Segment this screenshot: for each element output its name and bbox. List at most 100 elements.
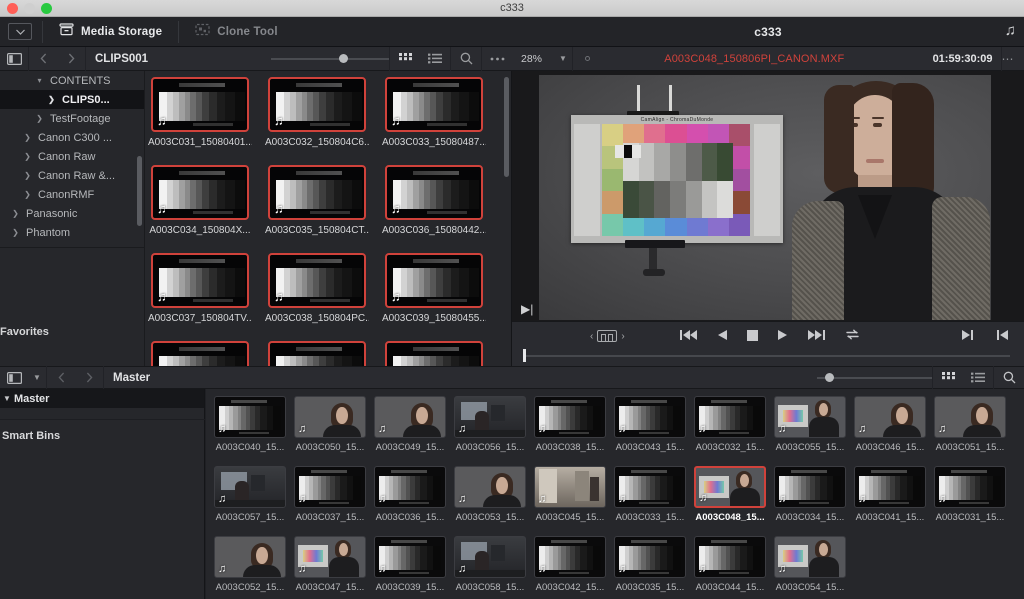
media-pool-clip-thumbnail[interactable]: ♫: [774, 536, 846, 578]
chevron-right-icon[interactable]: ❯: [22, 133, 33, 142]
media-pool-clip-item[interactable]: ♫ A003C046_15...: [854, 396, 926, 453]
storage-zoom-slider[interactable]: [271, 47, 389, 71]
media-pool-clip-thumbnail[interactable]: ♫: [854, 466, 926, 508]
storage-clip-item[interactable]: ♫ A003C039_15080455...: [382, 253, 486, 324]
media-pool-clip-item[interactable]: ♫ A003C034_15...: [774, 466, 846, 523]
storage-clip-thumbnail[interactable]: ♫: [268, 77, 366, 132]
chevron-right-icon[interactable]: ❯: [22, 190, 33, 199]
chevron-right-icon[interactable]: ❯: [46, 95, 57, 104]
search-icon[interactable]: [451, 47, 481, 71]
source-viewer[interactable]: CamAlign - ChromaDuMonde ▶|: [512, 71, 1024, 321]
media-pool-clip-item[interactable]: ♫ A003C031_15...: [934, 466, 1006, 523]
media-pool-clip-thumbnail[interactable]: ♫: [854, 396, 926, 438]
chevron-right-icon[interactable]: ❯: [34, 114, 45, 123]
storage-grid-scrollbar[interactable]: [504, 77, 509, 177]
storage-clip-thumbnail[interactable]: ♫: [385, 341, 483, 366]
tree-item-canon-c300[interactable]: ❯ Canon C300 ...: [0, 128, 145, 147]
stop-icon[interactable]: [747, 328, 758, 346]
media-pool-clip-thumbnail[interactable]: ♫: [454, 396, 526, 438]
zoom-level-value[interactable]: 28%: [512, 53, 554, 65]
breadcrumb[interactable]: CLIPS001: [86, 53, 148, 65]
media-storage-grid[interactable]: ♫ A003C031_15080401... ♫ A003C032_150804C6.…: [145, 71, 512, 366]
media-pool-clip-item[interactable]: ♫ A003C048_15...: [694, 466, 766, 523]
search-icon[interactable]: [994, 366, 1024, 390]
storage-clip-thumbnail[interactable]: ♫: [268, 165, 366, 220]
mark-out-icon[interactable]: [962, 328, 973, 346]
storage-clip-thumbnail[interactable]: ♫: [151, 165, 249, 220]
panel-toggle-icon[interactable]: [0, 47, 28, 71]
media-storage-tree[interactable]: ▾ CONTENTS ❯ CLIPS0... ❯ TestFootage ❯ Canon C3…: [0, 71, 145, 366]
media-pool-clip-thumbnail[interactable]: ♫: [294, 466, 366, 508]
media-pool-clip-item[interactable]: ♫ A003C040_15...: [214, 396, 286, 453]
storage-clip-item[interactable]: ♫ A003C036_15080442...: [382, 165, 486, 236]
chevron-down-icon[interactable]: ▼: [0, 394, 14, 403]
storage-clip-item[interactable]: ♫: [385, 341, 483, 366]
chevron-down-icon[interactable]: ▼: [554, 54, 572, 63]
media-pool-clip-thumbnail[interactable]: ♫: [934, 466, 1006, 508]
chevron-right-icon[interactable]: ❯: [22, 171, 33, 180]
storage-clip-item[interactable]: ♫ A003C038_150804PC...: [265, 253, 369, 324]
media-pool-clip-item[interactable]: ♫ A003C037_15...: [294, 466, 366, 523]
storage-clip-thumbnail[interactable]: ♫: [268, 341, 366, 366]
media-pool-clip-thumbnail[interactable]: ♫: [534, 466, 606, 508]
media-pool-clip-thumbnail[interactable]: ♫: [294, 536, 366, 578]
tree-item-testfootage[interactable]: ❯ TestFootage: [0, 109, 145, 128]
media-pool-clip-item[interactable]: ♫ A003C054_15...: [774, 536, 846, 593]
forward-icon[interactable]: [57, 47, 85, 71]
bin-master[interactable]: ▼ Master: [0, 389, 204, 408]
media-pool-clip-item[interactable]: ♫ A003C036_15...: [374, 466, 446, 523]
back-icon[interactable]: [47, 366, 75, 390]
storage-clip-item[interactable]: ♫: [151, 341, 249, 366]
media-pool-clip-thumbnail[interactable]: ♫: [694, 396, 766, 438]
grid-view-icon[interactable]: [390, 47, 420, 71]
storage-clip-thumbnail[interactable]: ♫: [385, 77, 483, 132]
media-pool-clip-thumbnail[interactable]: ♫: [534, 536, 606, 578]
grid-view-icon[interactable]: [933, 366, 963, 390]
tree-item-canonrmf[interactable]: ❯ CanonRMF: [0, 185, 145, 204]
chevron-right-icon[interactable]: ❯: [10, 228, 21, 237]
storage-clip-thumbnail[interactable]: ♫: [385, 165, 483, 220]
chevron-left-icon[interactable]: ‹: [590, 331, 593, 342]
smart-bins-label[interactable]: Smart Bins: [0, 427, 60, 445]
forward-icon[interactable]: [75, 366, 103, 390]
media-pool-clip-item[interactable]: ♫ A003C053_15...: [454, 466, 526, 523]
media-pool-clip-item[interactable]: ♫ A003C057_15...: [214, 466, 286, 523]
loop-icon[interactable]: [845, 328, 860, 346]
tree-item-panasonic[interactable]: ❯ Panasonic: [0, 204, 145, 223]
transport-buttons[interactable]: [680, 322, 860, 351]
media-pool-clip-item[interactable]: ♫ A003C055_15...: [774, 396, 846, 453]
list-view-icon[interactable]: [420, 47, 450, 71]
frame-navigator[interactable]: ‹ ›: [590, 330, 625, 342]
media-pool-clip-thumbnail[interactable]: ♫: [774, 396, 846, 438]
media-pool-clip-item[interactable]: ♫ A003C044_15...: [694, 536, 766, 593]
viewer-scrubber-track[interactable]: [526, 355, 1010, 357]
chevron-down-icon[interactable]: [8, 23, 32, 40]
media-pool-clip-thumbnail[interactable]: ♫: [694, 536, 766, 578]
media-pool-grid[interactable]: ♫ A003C040_15... ♫ A003C050_15... ♫ A003C049_…: [206, 389, 1024, 599]
media-pool-clip-item[interactable]: ♫ A003C035_15...: [614, 536, 686, 593]
storage-clip-item[interactable]: ♫ A003C034_150804X...: [149, 165, 251, 236]
back-icon[interactable]: [29, 47, 57, 71]
film-frame-icon[interactable]: [597, 330, 618, 342]
storage-clip-thumbnail[interactable]: ♫: [151, 253, 249, 308]
transport-mark-buttons[interactable]: [962, 322, 1008, 351]
tree-item-contents[interactable]: ▾ CONTENTS: [0, 71, 145, 90]
skip-forward-icon[interactable]: [808, 328, 825, 346]
media-pool-clip-item[interactable]: ♫ A003C051_15...: [934, 396, 1006, 453]
storage-clip-thumbnail[interactable]: ♫: [151, 341, 249, 366]
media-pool-breadcrumb[interactable]: Master: [104, 372, 150, 384]
ellipsis-icon[interactable]: [482, 47, 512, 71]
media-pool-clip-thumbnail[interactable]: ♫: [214, 396, 286, 438]
media-pool-sidebar[interactable]: ▼ Master Smart Bins: [0, 389, 205, 599]
list-view-icon[interactable]: [963, 366, 993, 390]
media-pool-clip-thumbnail[interactable]: ♫: [374, 396, 446, 438]
media-pool-clip-thumbnail[interactable]: ♫: [374, 466, 446, 508]
mark-in-icon[interactable]: [997, 328, 1008, 346]
play-icon[interactable]: [778, 328, 788, 346]
tree-item-phantom[interactable]: ❯ Phantom: [0, 223, 145, 242]
chevron-down-icon[interactable]: ▾: [34, 76, 45, 85]
media-pool-clip-item[interactable]: ♫ A003C052_15...: [214, 536, 286, 593]
tab-media-storage[interactable]: Media Storage: [53, 17, 168, 47]
chevron-right-icon[interactable]: ›: [621, 331, 624, 342]
media-pool-clip-thumbnail[interactable]: ♫: [294, 396, 366, 438]
